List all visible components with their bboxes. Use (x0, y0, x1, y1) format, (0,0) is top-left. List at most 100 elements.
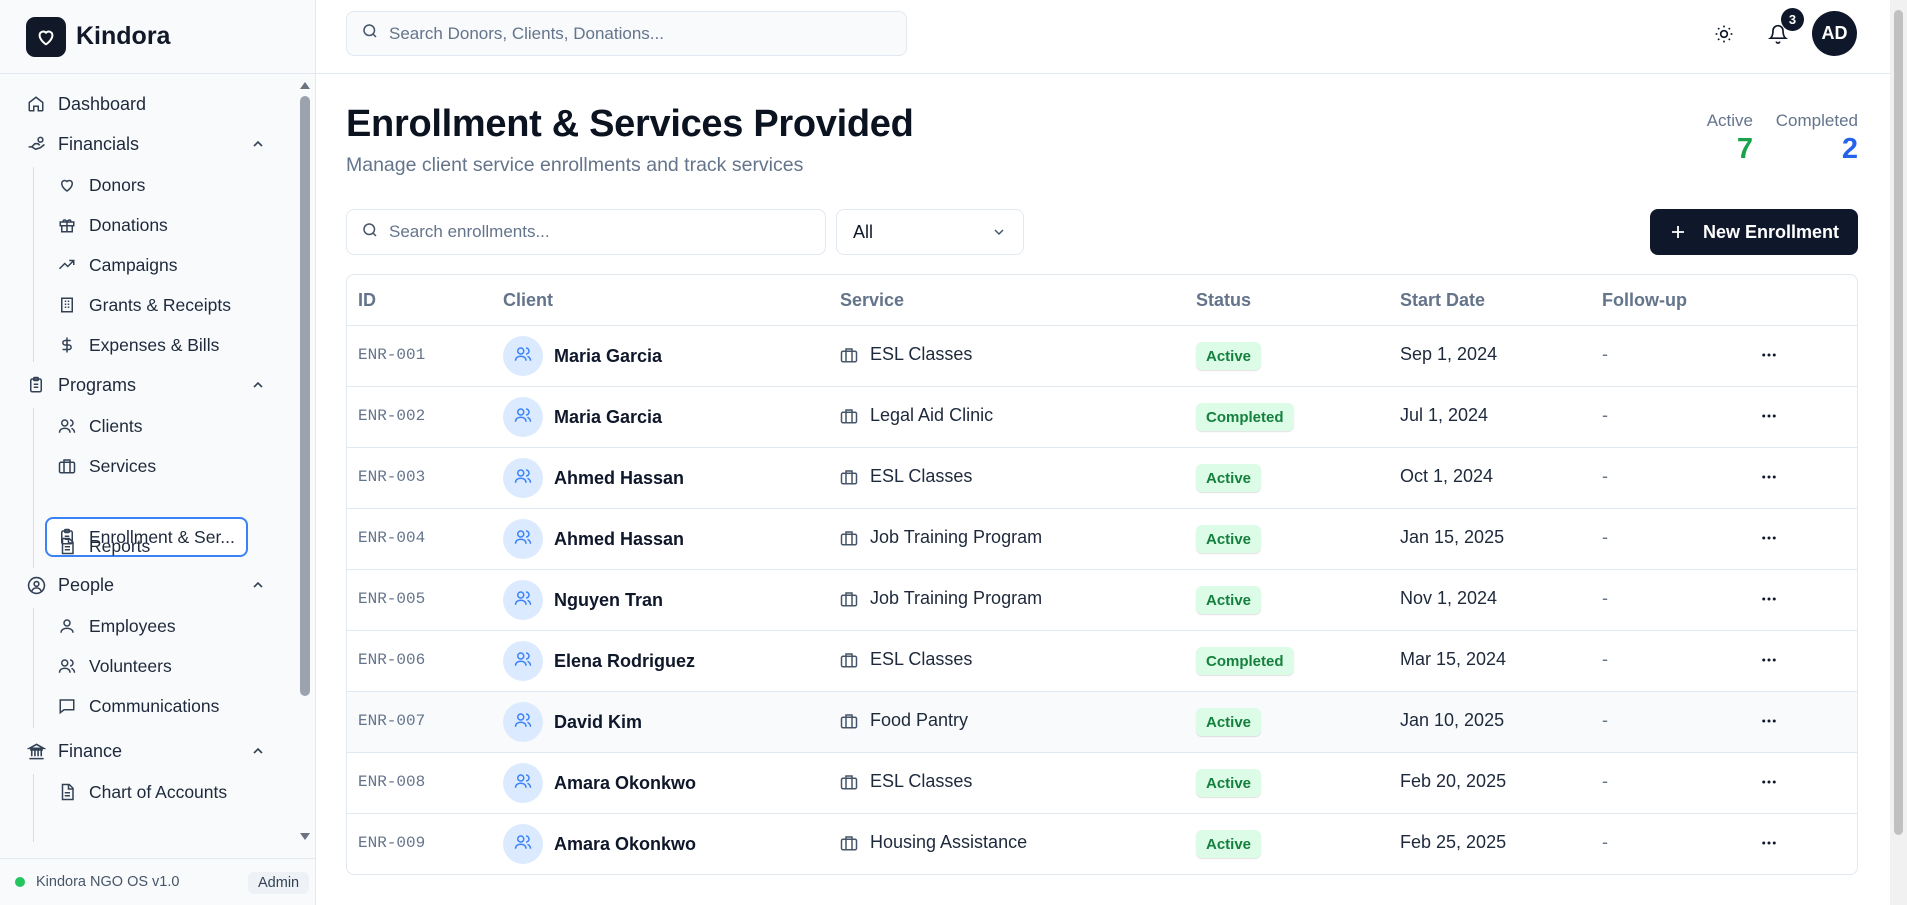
table-row[interactable]: ENR-005 Nguyen Tran Job Training Program… (347, 570, 1857, 631)
column-header-status[interactable]: Status (1196, 290, 1251, 311)
row-actions-button[interactable] (1754, 710, 1784, 736)
row-actions-button[interactable] (1754, 771, 1784, 797)
users-icon (514, 772, 532, 795)
sidebar-item-expenses[interactable]: Expenses & Bills (57, 328, 219, 362)
sidebar-item-communications[interactable]: Communications (57, 689, 219, 723)
client-avatar (503, 641, 543, 681)
client-cell[interactable]: Ahmed Hassan (503, 458, 684, 498)
client-cell[interactable]: Amara Okonkwo (503, 763, 696, 803)
service-name: Job Training Program (870, 588, 1043, 608)
scroll-up-arrow-icon[interactable] (300, 82, 310, 89)
table-row[interactable]: ENR-008 Amara Okonkwo ESL Classes Active… (347, 753, 1857, 814)
sidebar-scrollbar[interactable] (299, 80, 311, 840)
enrollment-search[interactable] (346, 209, 826, 255)
sidebar-item-donors[interactable]: Donors (57, 168, 145, 202)
start-date: Feb 25, 2025 (1400, 832, 1507, 852)
sidebar-item-employees[interactable]: Employees (57, 609, 176, 643)
new-enrollment-label: New Enrollment (1702, 221, 1840, 242)
scroll-down-arrow-icon[interactable] (300, 833, 310, 840)
more-horizontal-icon (1760, 529, 1778, 552)
table-row[interactable]: ENR-003 Ahmed Hassan ESL Classes Active … (347, 448, 1857, 509)
more-horizontal-icon (1760, 468, 1778, 491)
global-search-input[interactable] (389, 23, 869, 44)
user-circle-icon (26, 575, 46, 595)
users-icon (514, 345, 532, 368)
scroll-thumb[interactable] (300, 96, 310, 696)
brand[interactable]: Kindora (0, 0, 315, 74)
programs-subgroup-line (33, 408, 34, 568)
home-icon (26, 94, 46, 114)
briefcase-icon (840, 346, 858, 364)
sidebar-item-services[interactable]: Services (57, 449, 156, 483)
column-header-follow-up[interactable]: Follow-up (1602, 290, 1687, 311)
users-icon (514, 589, 532, 612)
table-row[interactable]: ENR-004 Ahmed Hassan Job Training Progra… (347, 509, 1857, 570)
table-row[interactable]: ENR-007 David Kim Food Pantry Active Jan… (347, 692, 1857, 753)
more-horizontal-icon (1760, 590, 1778, 613)
follow-up: - (1602, 771, 1608, 791)
sidebar-item-chart-of-accounts[interactable]: Chart of Accounts (57, 775, 227, 809)
service-name: Food Pantry (870, 710, 969, 730)
client-cell[interactable]: Maria Garcia (503, 397, 662, 437)
sidebar-section-people[interactable]: People (26, 568, 266, 602)
column-header-id[interactable]: ID (358, 290, 376, 311)
status-filter-select[interactable]: All (836, 209, 1024, 255)
chevron-up-icon[interactable] (250, 577, 266, 593)
table-row[interactable]: ENR-001 Maria Garcia ESL Classes Active … (347, 326, 1857, 387)
client-cell[interactable]: Amara Okonkwo (503, 824, 696, 864)
sidebar-item-label: Chart of Accounts (89, 781, 228, 802)
theme-toggle-button[interactable] (1707, 19, 1741, 53)
sidebar-item-reports[interactable]: Reports (57, 529, 150, 563)
sidebar-footer: Kindora NGO OS v1.0 Admin (0, 858, 316, 905)
building-icon (57, 295, 77, 315)
start-date: Mar 15, 2024 (1400, 649, 1507, 669)
table-row[interactable]: ENR-002 Maria Garcia Legal Aid Clinic Co… (347, 387, 1857, 448)
financials-subgroup-line (33, 167, 34, 362)
trending-up-icon (57, 255, 77, 275)
status-badge: Active (1196, 586, 1262, 614)
chevron-up-icon[interactable] (250, 743, 266, 759)
sidebar-item-clients[interactable]: Clients (57, 409, 143, 443)
row-actions-button[interactable] (1754, 466, 1784, 492)
global-search[interactable] (346, 11, 907, 56)
enrollment-id: ENR-009 (358, 834, 426, 852)
sidebar-item-dashboard[interactable]: Dashboard (26, 87, 146, 121)
sidebar-section-financials[interactable]: Financials (26, 127, 266, 161)
client-cell[interactable]: Elena Rodriguez (503, 641, 695, 681)
enrollment-search-input[interactable] (389, 222, 789, 242)
service-cell: ESL Classes (840, 771, 972, 792)
sidebar-section-finance[interactable]: Finance (26, 734, 266, 768)
client-cell[interactable]: Ahmed Hassan (503, 519, 684, 559)
sidebar-item-grants[interactable]: Grants & Receipts (57, 288, 231, 322)
sidebar-item-volunteers[interactable]: Volunteers (57, 649, 172, 683)
column-header-client[interactable]: Client (503, 290, 553, 311)
main-scrollbar[interactable] (1890, 0, 1907, 905)
row-actions-button[interactable] (1754, 527, 1784, 553)
column-header-service[interactable]: Service (840, 290, 904, 311)
landmark-icon (26, 741, 46, 761)
row-actions-button[interactable] (1754, 344, 1784, 370)
scroll-thumb[interactable] (1894, 10, 1903, 835)
role-badge: Admin (248, 872, 310, 894)
chevron-up-icon[interactable] (250, 377, 266, 393)
row-actions-button[interactable] (1754, 405, 1784, 431)
briefcase-icon (840, 773, 858, 791)
follow-up: - (1602, 344, 1608, 364)
chevron-up-icon[interactable] (250, 136, 266, 152)
row-actions-button[interactable] (1754, 588, 1784, 614)
user-avatar[interactable]: AD (1812, 11, 1857, 56)
column-header-start-date[interactable]: Start Date (1400, 290, 1485, 311)
row-actions-button[interactable] (1754, 832, 1784, 858)
users-icon (514, 406, 532, 429)
sidebar-item-campaigns[interactable]: Campaigns (57, 248, 178, 282)
row-actions-button[interactable] (1754, 649, 1784, 675)
client-cell[interactable]: Nguyen Tran (503, 580, 663, 620)
client-name: Maria Garcia (554, 345, 663, 366)
table-row[interactable]: ENR-009 Amara Okonkwo Housing Assistance… (347, 814, 1857, 874)
sidebar-section-programs[interactable]: Programs (26, 368, 266, 402)
client-cell[interactable]: Maria Garcia (503, 336, 662, 376)
table-row[interactable]: ENR-006 Elena Rodriguez ESL Classes Comp… (347, 631, 1857, 692)
client-cell[interactable]: David Kim (503, 702, 642, 742)
new-enrollment-button[interactable]: New Enrollment (1650, 209, 1858, 255)
sidebar-item-donations[interactable]: Donations (57, 208, 168, 242)
